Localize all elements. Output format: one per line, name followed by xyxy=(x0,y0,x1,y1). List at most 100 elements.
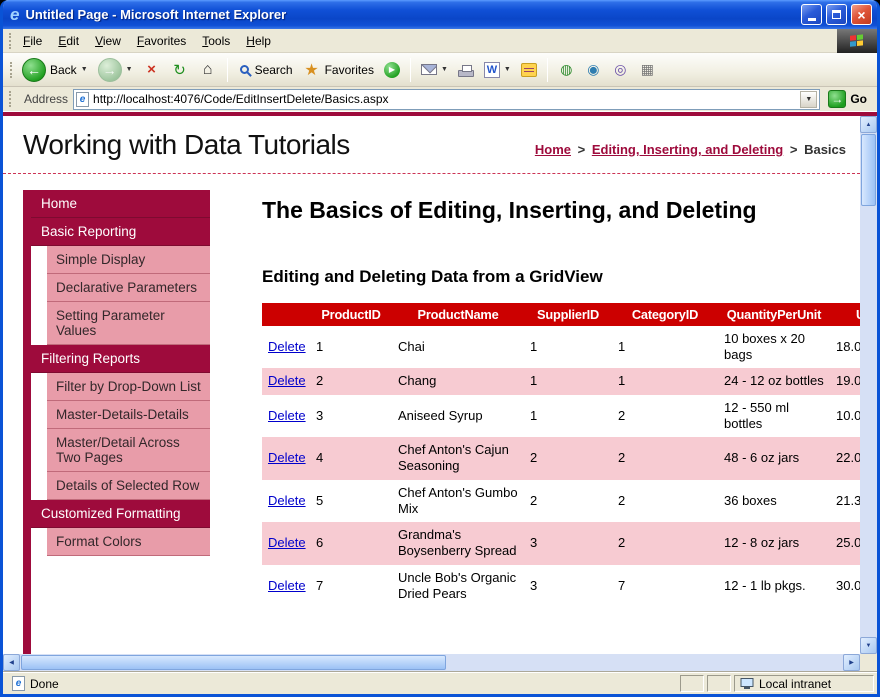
toolbar-grip xyxy=(9,91,12,107)
breadcrumb-home-link[interactable]: Home xyxy=(535,142,571,157)
delete-link[interactable]: Delete xyxy=(268,408,306,423)
sidebar-item-home[interactable]: Home xyxy=(31,190,210,218)
horizontal-scroll-thumb[interactable] xyxy=(21,655,446,670)
horizontal-scrollbar[interactable]: ◀ ▶ xyxy=(3,654,860,671)
mail-dropdown-icon[interactable]: ▼ xyxy=(441,66,448,73)
breadcrumb-section-link[interactable]: Editing, Inserting, and Deleting xyxy=(592,142,783,157)
productname-cell: Chef Anton's Cajun Seasoning xyxy=(392,437,524,480)
sidebar-item-simple-display[interactable]: Simple Display xyxy=(47,246,210,274)
menu-favorites[interactable]: Favorites xyxy=(129,30,194,52)
scroll-right-button[interactable]: ▶ xyxy=(843,654,860,671)
sidebar-item-customized-formatting[interactable]: Customized Formatting xyxy=(31,500,210,528)
status-page-icon: e xyxy=(12,676,25,691)
forward-dropdown-icon[interactable]: ▼ xyxy=(126,66,133,73)
table-row: Delete 5 Chef Anton's Gumbo Mix 2 2 36 b… xyxy=(262,480,860,523)
scroll-up-button[interactable]: ▲ xyxy=(860,116,877,133)
scroll-down-button[interactable]: ▼ xyxy=(860,637,877,654)
delete-link[interactable]: Delete xyxy=(268,339,306,354)
sidebar-item-filtering-reports[interactable]: Filtering Reports xyxy=(31,345,210,373)
sidebar-item-master-detail-two-pages[interactable]: Master/Detail Across Two Pages xyxy=(47,429,210,472)
refresh-icon: ↻ xyxy=(171,61,189,79)
menu-view[interactable]: View xyxy=(87,30,129,52)
menu-help[interactable]: Help xyxy=(238,30,279,52)
toolbar-separator xyxy=(410,58,411,82)
sidebar-item-filter-by-dropdown-list[interactable]: Filter by Drop-Down List xyxy=(47,373,210,401)
supplierid-cell: 2 xyxy=(524,437,612,480)
main-content: The Basics of Editing, Inserting, and De… xyxy=(210,190,860,654)
delete-link[interactable]: Delete xyxy=(268,493,306,508)
scroll-track[interactable] xyxy=(447,654,843,671)
scroll-left-button[interactable]: ◀ xyxy=(3,654,20,671)
print-icon xyxy=(458,70,474,77)
delete-cell: Delete xyxy=(262,565,310,608)
minimize-button[interactable] xyxy=(801,4,822,25)
edit-button[interactable]: W▼ xyxy=(480,60,515,80)
home-button[interactable]: ⌂ xyxy=(195,59,221,81)
table-row: Delete 3 Aniseed Syrup 1 2 12 - 550 ml b… xyxy=(262,395,860,438)
column-header-blank xyxy=(262,303,310,326)
productname-cell: Grandma's Boysenberry Spread xyxy=(392,522,524,565)
search-button[interactable]: Search xyxy=(234,61,297,79)
sidebar-item-master-details-details[interactable]: Master-Details-Details xyxy=(47,401,210,429)
addon-grid-button[interactable]: ▦ xyxy=(635,59,660,80)
menu-file[interactable]: File xyxy=(15,30,50,52)
delete-link[interactable]: Delete xyxy=(268,535,306,550)
close-button[interactable]: × xyxy=(851,4,872,25)
globe-icon: ◍ xyxy=(558,61,575,78)
print-button[interactable] xyxy=(454,61,478,79)
section-heading: Editing and Deleting Data from a GridVie… xyxy=(262,267,860,287)
forward-button[interactable]: → ▼ xyxy=(94,56,137,84)
favorites-button[interactable]: ★ Favorites xyxy=(299,59,378,81)
media-icon: ▶ xyxy=(384,62,400,78)
stop-button[interactable]: × xyxy=(139,59,165,81)
quantityperunit-cell: 10 boxes x 20 bags xyxy=(718,326,830,369)
go-label: Go xyxy=(850,92,867,106)
favorites-icon: ★ xyxy=(303,61,321,79)
scroll-track[interactable] xyxy=(860,207,877,637)
go-button[interactable]: → Go xyxy=(825,90,874,108)
menu-edit[interactable]: Edit xyxy=(50,30,87,52)
back-button[interactable]: ← Back ▼ xyxy=(18,56,92,84)
address-url[interactable]: http://localhost:4076/Code/EditInsertDel… xyxy=(93,92,796,106)
refresh-button[interactable]: ↻ xyxy=(167,59,193,81)
media-button[interactable]: ▶ xyxy=(380,60,404,80)
windows-flag-icon xyxy=(850,34,864,47)
back-icon: ← xyxy=(22,58,46,82)
addon-messenger-button[interactable]: ◉ xyxy=(581,59,606,80)
categoryid-cell: 1 xyxy=(612,368,718,394)
menu-tools[interactable]: Tools xyxy=(194,30,238,52)
address-label: Address xyxy=(20,92,68,106)
delete-link[interactable]: Delete xyxy=(268,373,306,388)
quantityperunit-cell: 12 - 1 lb pkgs. xyxy=(718,565,830,608)
vertical-scrollbar[interactable]: ▲ ▼ xyxy=(860,116,877,654)
address-dropdown-button[interactable]: ▼ xyxy=(800,91,817,108)
breadcrumb-current: Basics xyxy=(804,142,846,157)
edit-dropdown-icon[interactable]: ▼ xyxy=(504,66,511,73)
back-label: Back xyxy=(50,63,77,77)
page-icon: e xyxy=(76,92,89,107)
productid-cell: 3 xyxy=(310,395,392,438)
mail-button[interactable]: ▼ xyxy=(417,62,452,77)
sidebar-item-details-of-selected-row[interactable]: Details of Selected Row xyxy=(47,472,210,500)
productid-cell: 4 xyxy=(310,437,392,480)
delete-cell: Delete xyxy=(262,437,310,480)
sidebar-item-declarative-parameters[interactable]: Declarative Parameters xyxy=(47,274,210,302)
delete-link[interactable]: Delete xyxy=(268,578,306,593)
sidebar-item-format-colors[interactable]: Format Colors xyxy=(47,528,210,556)
unitprice-cell: 10.0 xyxy=(830,395,860,438)
discuss-button[interactable] xyxy=(517,61,541,79)
breadcrumb-separator: > xyxy=(787,142,801,157)
sidebar-item-basic-reporting[interactable]: Basic Reporting xyxy=(31,218,210,246)
addon-globe-button[interactable]: ◍ xyxy=(554,59,579,80)
delete-link[interactable]: Delete xyxy=(268,450,306,465)
supplierid-cell: 2 xyxy=(524,480,612,523)
back-dropdown-icon[interactable]: ▼ xyxy=(81,66,88,73)
quantityperunit-cell: 12 - 550 ml bottles xyxy=(718,395,830,438)
address-input[interactable]: e http://localhost:4076/Code/EditInsertD… xyxy=(73,89,820,110)
vertical-scroll-thumb[interactable] xyxy=(861,134,876,206)
address-bar: Address e http://localhost:4076/Code/Edi… xyxy=(3,87,877,112)
maximize-button[interactable] xyxy=(826,4,847,25)
status-message-pane: e Done xyxy=(6,675,677,692)
addon-research-button[interactable]: ◎ xyxy=(608,59,633,80)
sidebar-item-setting-parameter-values[interactable]: Setting Parameter Values xyxy=(47,302,210,345)
